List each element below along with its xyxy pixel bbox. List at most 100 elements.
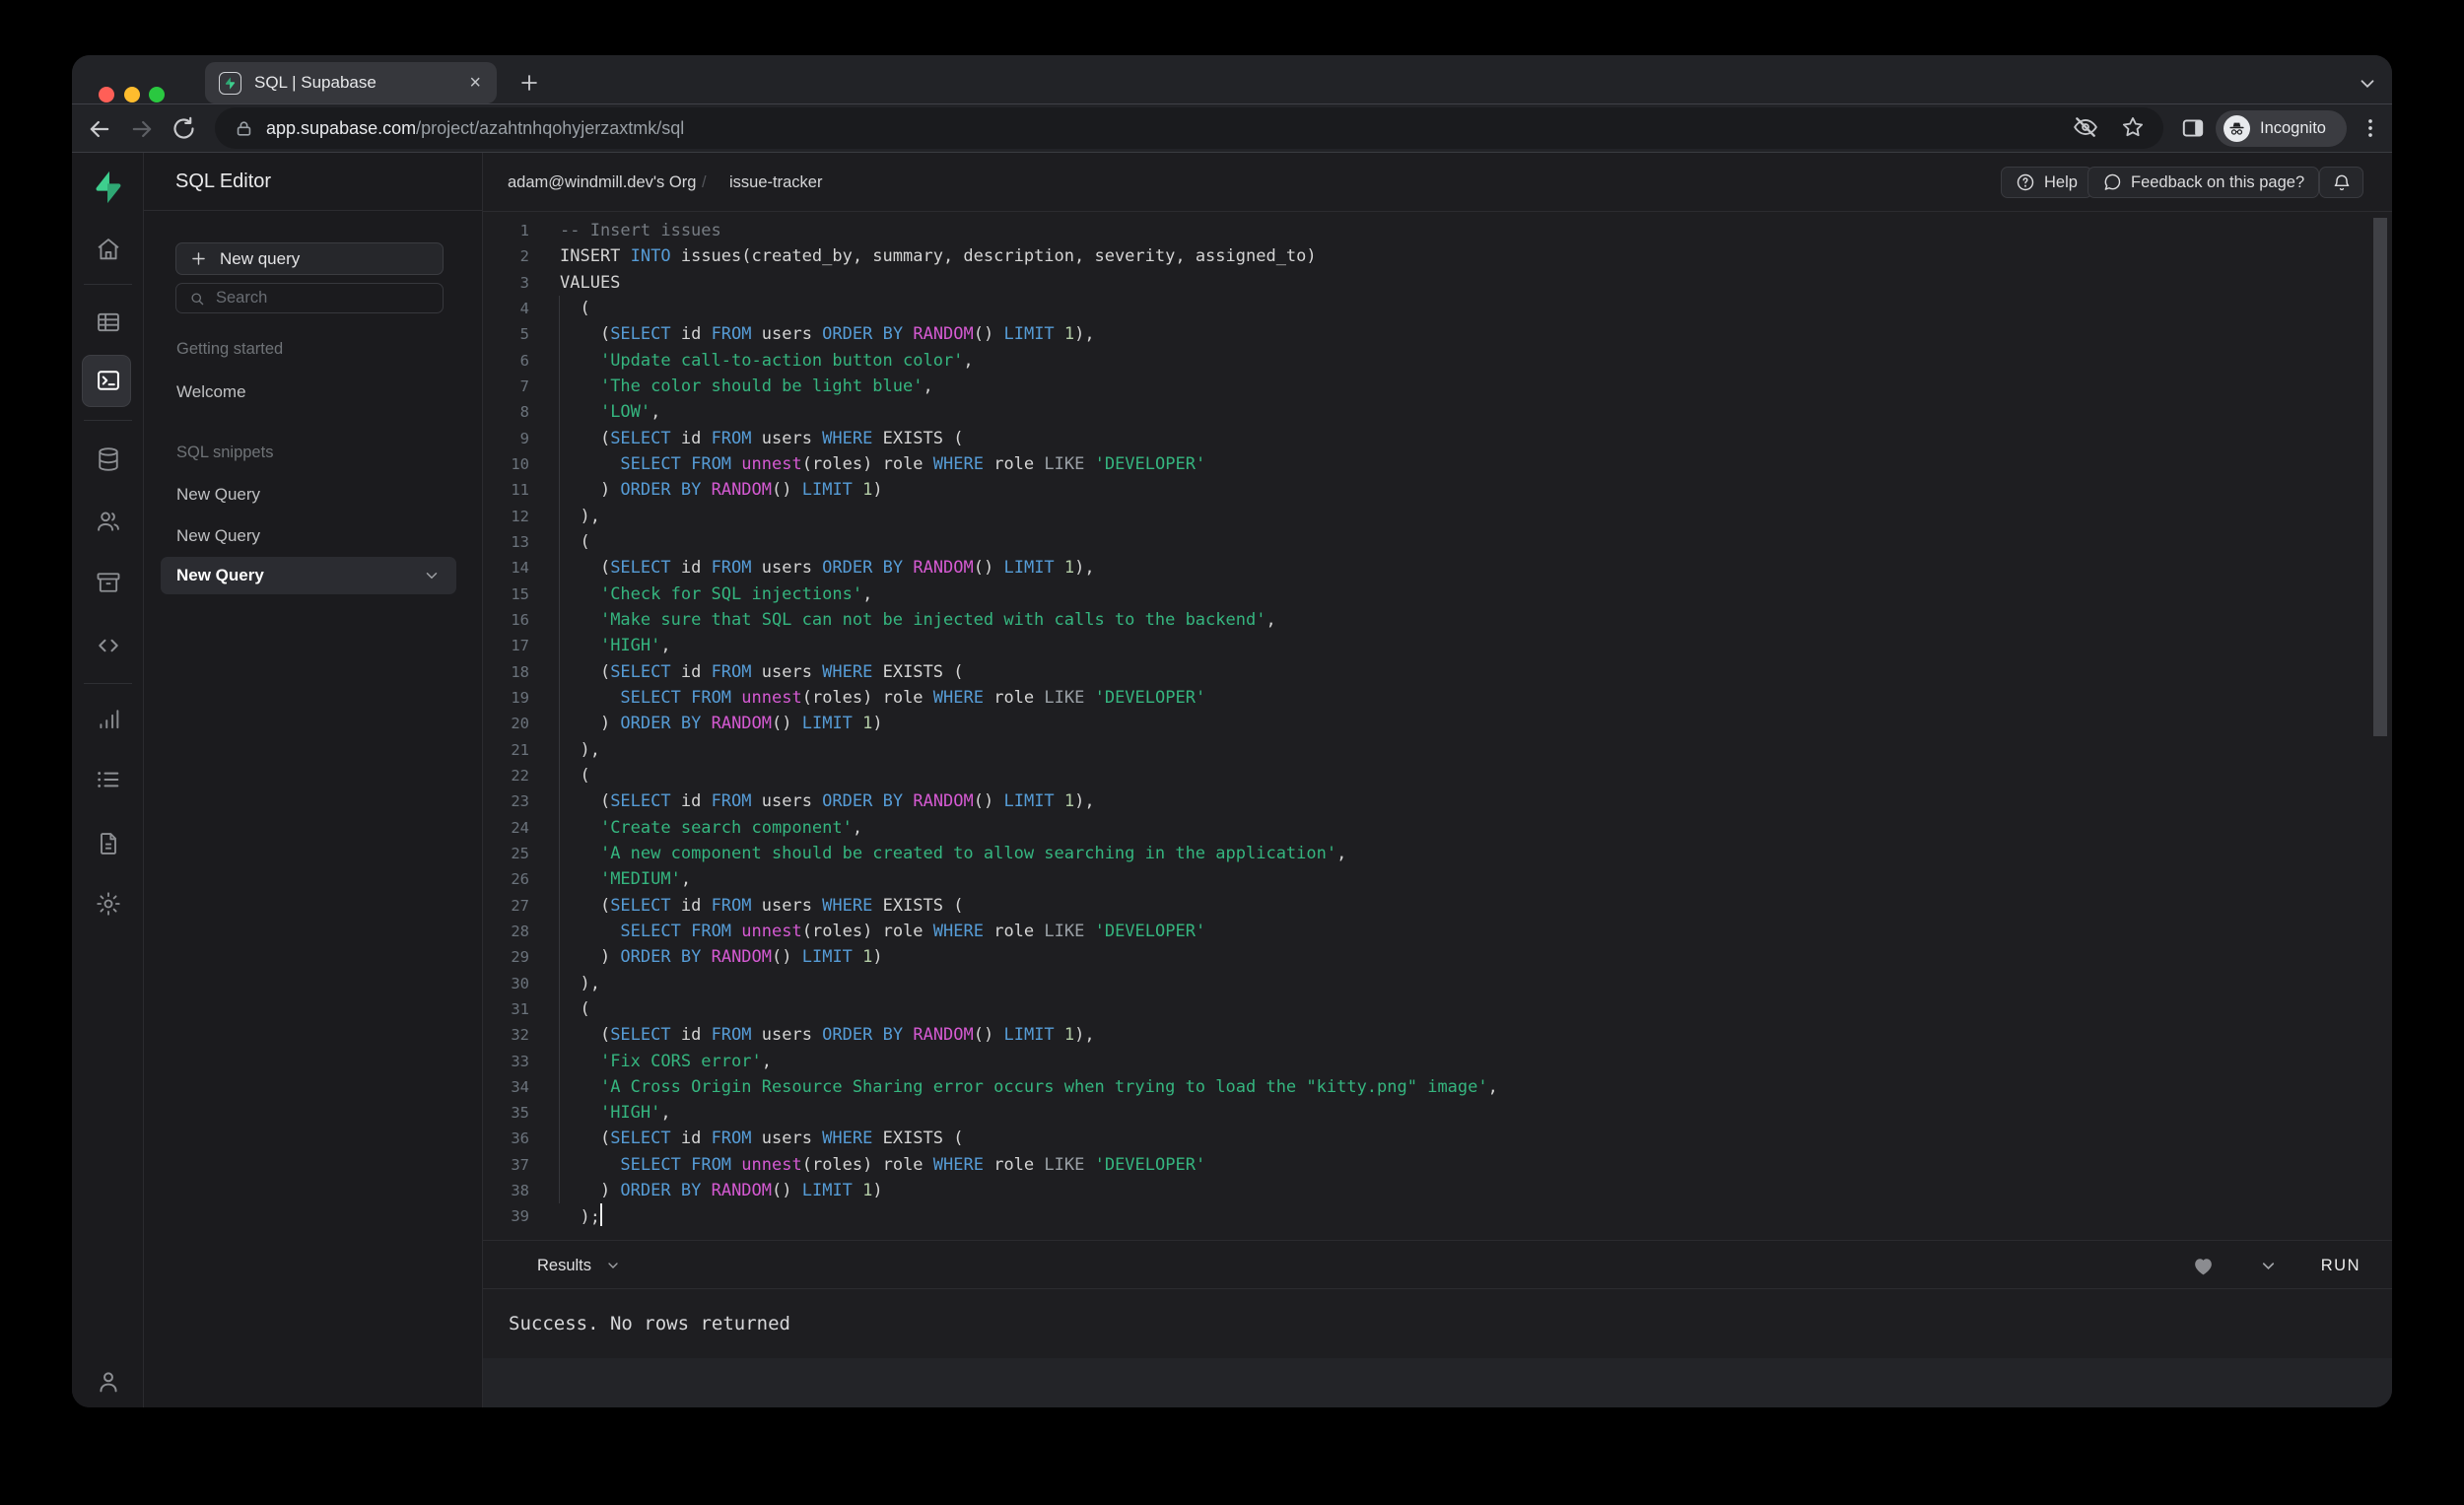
breadcrumb-project[interactable]: issue-tracker — [729, 153, 822, 212]
browser-toolbar: app.supabase.com/project/azahtnhqohyjerz… — [72, 103, 2392, 153]
code-line: (SELECT id FROM users WHERE EXISTS ( — [560, 1129, 964, 1149]
table-editor-icon[interactable] — [95, 308, 122, 336]
api-code-icon[interactable] — [95, 632, 122, 659]
feedback-button[interactable]: Feedback on this page? — [2088, 167, 2320, 198]
code-line: 'Update call-to-action button color', — [599, 350, 974, 371]
docs-icon[interactable] — [95, 830, 122, 857]
incognito-icon — [2224, 115, 2250, 142]
code-line: ) ORDER BY RANDOM() LIMIT 1) — [560, 947, 883, 968]
reload-icon[interactable] — [171, 115, 198, 143]
code-line: 'Fix CORS error', — [599, 1051, 772, 1071]
tab-search-chevron-icon[interactable] — [2357, 73, 2378, 95]
code-line: ), — [560, 973, 600, 993]
sidebar-item-new-query-2[interactable]: New Query — [176, 526, 260, 546]
text-cursor — [599, 1203, 602, 1227]
code-line: ), — [560, 739, 600, 760]
code-line: ( — [560, 531, 590, 552]
page-title: SQL Editor — [175, 170, 272, 192]
breadcrumb-org[interactable]: adam@windmill.dev's Org — [508, 153, 696, 212]
reports-icon[interactable] — [95, 706, 122, 733]
eye-off-icon[interactable] — [2073, 114, 2098, 140]
plus-icon — [192, 252, 205, 265]
favorite-heart-icon[interactable] — [2191, 1254, 2216, 1278]
code-line: 'MEDIUM', — [599, 869, 692, 890]
code-line: 'The color should be light blue', — [599, 376, 933, 396]
code-line: ) ORDER BY RANDOM() LIMIT 1) — [560, 480, 883, 501]
project-header: adam@windmill.dev's Org / issue-tracker … — [483, 153, 2392, 212]
tab-title: SQL | Supabase — [254, 73, 376, 92]
auth-users-icon[interactable] — [95, 508, 122, 535]
sql-editor-icon[interactable] — [95, 367, 122, 394]
code-line: 'A Cross Origin Resource Sharing error o… — [599, 1076, 1498, 1097]
code-line: VALUES — [560, 272, 621, 293]
code-line: (SELECT id FROM users ORDER BY RANDOM() … — [560, 324, 1095, 345]
window-minimize-button[interactable] — [124, 87, 140, 103]
code-lines: -- Insert issues INSERT INTO issues(creat… — [560, 218, 1498, 1230]
account-icon[interactable] — [95, 1368, 122, 1396]
feedback-button-label: Feedback on this page? — [2131, 172, 2305, 191]
side-panel-icon[interactable] — [2180, 115, 2206, 141]
code-line: SELECT FROM unnest(roles) role WHERE rol… — [620, 687, 1206, 708]
code-line: ); — [560, 1203, 1498, 1229]
sidebar-item-new-query-1[interactable]: New Query — [176, 485, 260, 505]
code-line: (SELECT id FROM users ORDER BY RANDOM() … — [560, 1025, 1095, 1046]
sidebar-rail — [72, 153, 144, 1407]
back-icon[interactable] — [86, 115, 113, 143]
section-label-getting-started: Getting started — [176, 340, 284, 358]
home-icon[interactable] — [95, 236, 122, 263]
search-box[interactable] — [175, 283, 444, 313]
search-input[interactable] — [216, 289, 413, 308]
url-domain: app.supabase.com — [266, 117, 417, 138]
code-line: (SELECT id FROM users WHERE EXISTS ( — [560, 895, 964, 916]
settings-icon[interactable] — [95, 890, 122, 918]
new-tab-icon[interactable] — [516, 70, 542, 96]
database-icon[interactable] — [95, 445, 122, 473]
forward-icon[interactable] — [128, 115, 156, 143]
tab-close-icon[interactable]: × — [467, 73, 483, 93]
results-dropdown[interactable]: Results — [537, 1241, 621, 1290]
browser-window: SQL | Supabase × app.supabase.com/projec… — [72, 55, 2392, 1407]
sidebar-item-welcome[interactable]: Welcome — [176, 382, 246, 402]
logs-icon[interactable] — [95, 766, 122, 793]
help-button-label: Help — [2044, 172, 2078, 191]
code-line: SELECT FROM unnest(roles) role WHERE rol… — [620, 1154, 1206, 1175]
editor-scrollbar[interactable] — [2373, 218, 2387, 736]
browser-tab-strip: SQL | Supabase × — [72, 55, 2392, 103]
help-icon — [2017, 173, 2034, 191]
results-bar: Results RUN — [483, 1240, 2392, 1289]
url-path: /project/azahtnhqohyjerzaxtmk/sql — [416, 117, 685, 138]
chevron-down-icon[interactable] — [423, 567, 441, 584]
code-line: ( — [560, 298, 590, 318]
run-options-chevron-icon[interactable] — [2259, 1257, 2278, 1275]
help-button[interactable]: Help — [2001, 167, 2092, 198]
lock-icon — [237, 120, 251, 136]
url-bar[interactable]: app.supabase.com/project/azahtnhqohyjerz… — [215, 107, 2163, 149]
browser-menu-icon[interactable] — [2358, 115, 2383, 141]
code-line: 'HIGH', — [599, 1103, 671, 1124]
new-query-button[interactable]: New query — [175, 242, 444, 275]
query-panel: SQL Editor New query Getting started Wel… — [144, 153, 483, 1407]
sidebar-item-new-query-selected[interactable]: New Query — [161, 557, 456, 594]
code-line: ) ORDER BY RANDOM() LIMIT 1) — [560, 1181, 883, 1201]
code-line: ), — [560, 506, 600, 526]
bookmark-star-icon[interactable] — [2120, 114, 2146, 140]
code-line: (SELECT id FROM users ORDER BY RANDOM() … — [560, 791, 1095, 812]
code-line: -- Insert issues — [560, 221, 721, 240]
supabase-logo[interactable] — [90, 169, 121, 204]
code-line: ) ORDER BY RANDOM() LIMIT 1) — [560, 714, 883, 734]
run-button[interactable]: RUN — [2321, 1257, 2361, 1275]
success-message: Success. No rows returned — [509, 1313, 790, 1334]
sql-code-editor[interactable]: 1 2 3 4 5 6 7 8 9 10 11 12 13 14 15 16 17 18 19 20 21 22 23 24 2… — [483, 212, 2392, 1240]
window-zoom-button[interactable] — [149, 87, 165, 103]
code-line: (SELECT id FROM users WHERE EXISTS ( — [560, 428, 964, 448]
code-line: SELECT FROM unnest(roles) role WHERE rol… — [620, 921, 1206, 941]
main-content: adam@windmill.dev's Org / issue-tracker … — [483, 153, 2392, 1407]
line-numbers: 1 2 3 4 5 6 7 8 9 10 11 12 13 14 15 16 17 18 19 20 21 22 23 24 2… — [511, 222, 529, 1226]
storage-icon[interactable] — [95, 569, 122, 596]
code-line: SELECT FROM unnest(roles) role WHERE rol… — [620, 453, 1206, 474]
supabase-favicon — [219, 71, 241, 95]
window-close-button[interactable] — [99, 87, 114, 103]
code-line: 'Create search component', — [599, 817, 863, 838]
notifications-button[interactable] — [2319, 167, 2363, 198]
browser-tab[interactable]: SQL | Supabase × — [205, 62, 497, 103]
